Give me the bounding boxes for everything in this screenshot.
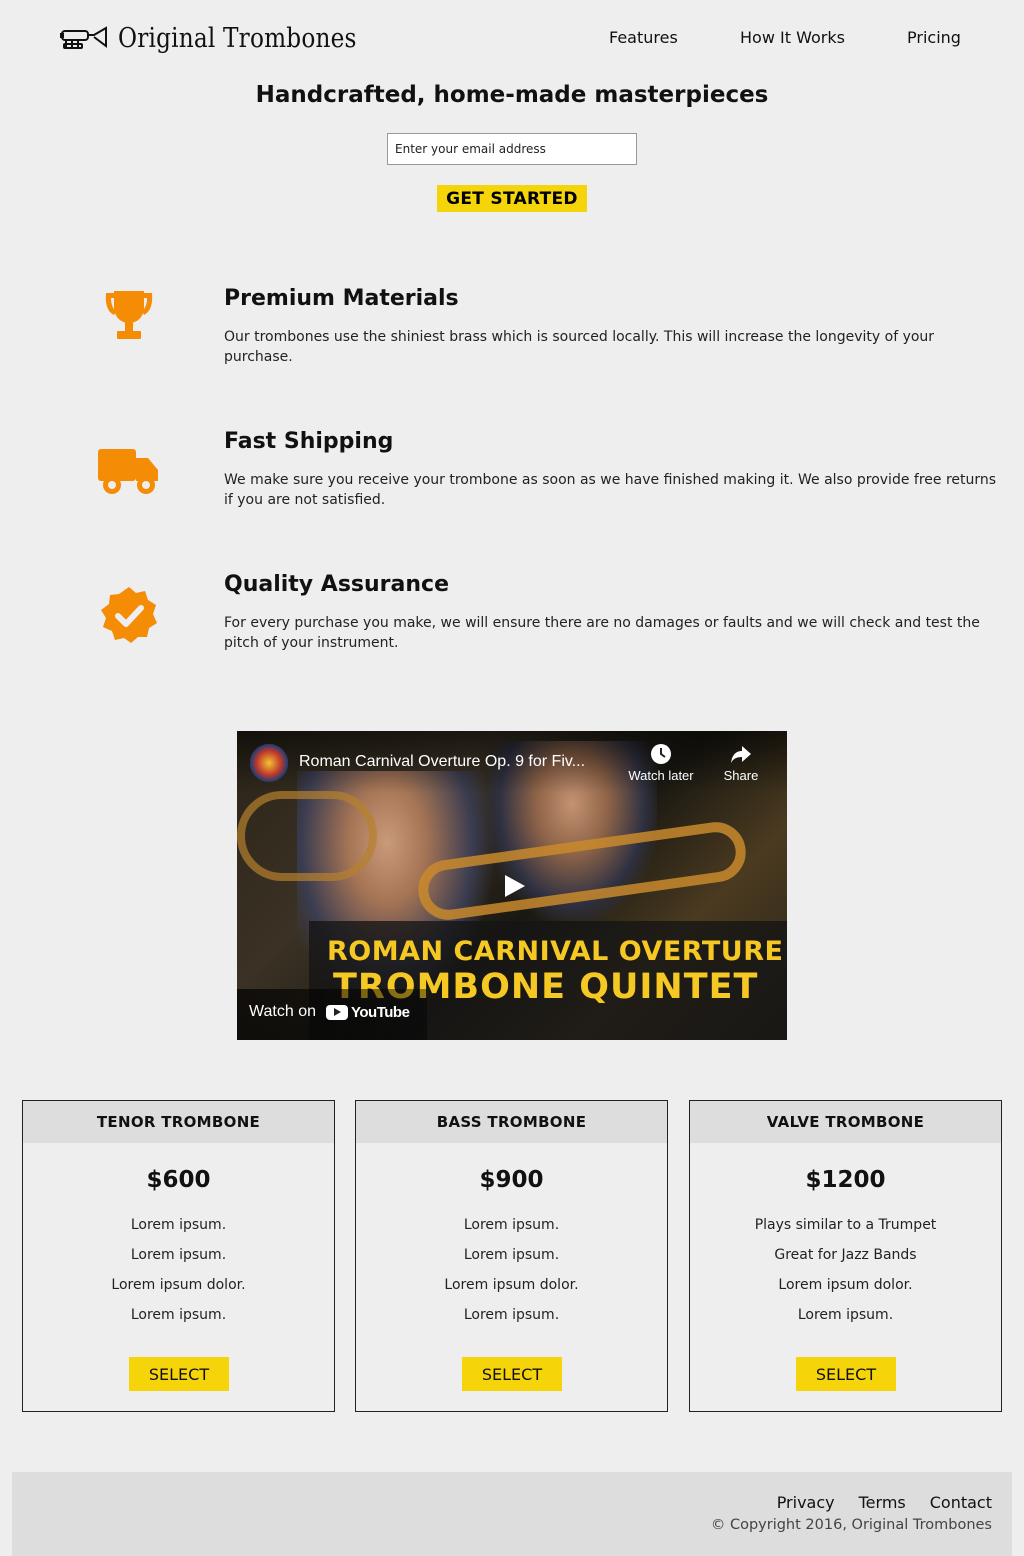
select-bass-button[interactable]: SELECT [462, 1357, 562, 1391]
pricing-card-price: $900 [479, 1167, 544, 1193]
pricing-feature-list: Lorem ipsum. Lorem ipsum. Lorem ipsum do… [356, 1210, 667, 1330]
pricing-feature-item: Lorem ipsum. [130, 1217, 227, 1233]
video-embed[interactable]: Roman Carnival Overture Op. 9 for Fiv...… [237, 731, 787, 1040]
pricing-card-title: VALVE TROMBONE [690, 1101, 1001, 1143]
share-arrow-icon [731, 746, 751, 763]
watch-later-label: Watch later [628, 768, 694, 783]
pricing-feature-list: Lorem ipsum. Lorem ipsum. Lorem ipsum do… [23, 1210, 334, 1330]
pricing-feature-item: Lorem ipsum. [463, 1307, 560, 1323]
main-nav: Features How It Works Pricing [0, 28, 1024, 50]
pricing-feature-item: Lorem ipsum dolor. [444, 1277, 579, 1293]
pricing-feature-list: Plays similar to a Trumpet Great for Jaz… [690, 1210, 1001, 1330]
truck-icon [96, 439, 162, 505]
site-footer: Privacy Terms Contact © Copyright 2016, … [12, 1472, 1012, 1556]
select-tenor-button[interactable]: SELECT [129, 1357, 229, 1391]
copyright-text: © Copyright 2016, Original Trombones [710, 1517, 992, 1533]
feature-title: Fast Shipping [224, 429, 394, 454]
watch-on-youtube-link[interactable]: Watch on YouTube [249, 1003, 410, 1021]
pricing-card-valve: VALVE TROMBONE $1200 Plays similar to a … [689, 1100, 1002, 1412]
nav-link-features[interactable]: Features [609, 28, 678, 47]
feature-text: Our trombones use the shiniest brass whi… [224, 329, 935, 365]
hero-title: Handcrafted, home-made masterpieces [255, 82, 769, 108]
pricing-card-title: BASS TROMBONE [356, 1101, 667, 1143]
pricing-feature-item: Great for Jazz Bands [774, 1247, 917, 1263]
share-button[interactable]: Share [715, 743, 767, 783]
footer-links: Privacy Terms Contact [777, 1493, 992, 1512]
page: Original Trombones Features How It Works… [0, 0, 1024, 1556]
feature-title: Quality Assurance [224, 572, 450, 597]
pricing-card-bass: BASS TROMBONE $900 Lorem ipsum. Lorem ip… [355, 1100, 668, 1412]
play-icon[interactable] [495, 871, 531, 901]
watch-later-button[interactable]: Watch later [626, 743, 696, 783]
pricing-feature-item: Lorem ipsum. [463, 1247, 560, 1263]
footer-link-terms[interactable]: Terms [859, 1493, 906, 1512]
video-caption-line1: ROMAN CARNIVAL OVERTURE [327, 936, 784, 967]
pricing-card-title: TENOR TROMBONE [23, 1101, 334, 1143]
feature-text: For every purchase you make, we will ens… [224, 615, 980, 651]
pricing-card-tenor: TENOR TROMBONE $600 Lorem ipsum. Lorem i… [22, 1100, 335, 1412]
select-valve-button[interactable]: SELECT [796, 1357, 896, 1391]
trophy-icon [96, 282, 162, 348]
footer-link-contact[interactable]: Contact [930, 1493, 992, 1512]
clock-icon [651, 744, 671, 764]
video-title[interactable]: Roman Carnival Overture Op. 9 for Fiv... [299, 753, 585, 771]
verified-badge-icon [96, 582, 162, 648]
video-thumbnail-horn [237, 791, 377, 881]
pricing-feature-item: Lorem ipsum dolor. [111, 1277, 246, 1293]
pricing-feature-item: Lorem ipsum dolor. [778, 1277, 913, 1293]
get-started-button[interactable]: GET STARTED [437, 185, 587, 212]
pricing-feature-item: Lorem ipsum. [463, 1217, 560, 1233]
feature-text: We make sure you receive your trombone a… [224, 472, 997, 508]
pricing-feature-item: Lorem ipsum. [130, 1247, 227, 1263]
footer-link-privacy[interactable]: Privacy [777, 1493, 835, 1512]
pricing-card-price: $1200 [805, 1167, 886, 1193]
nav-link-how-it-works[interactable]: How It Works [740, 28, 845, 47]
pricing-feature-item: Lorem ipsum. [130, 1307, 227, 1323]
youtube-play-icon [326, 1004, 348, 1020]
youtube-logo: YouTube [326, 1003, 410, 1021]
feature-title: Premium Materials [224, 286, 459, 311]
pricing-feature-item: Lorem ipsum. [797, 1307, 894, 1323]
site-header: Original Trombones Features How It Works… [0, 0, 1024, 78]
channel-avatar-icon[interactable] [250, 744, 288, 782]
pricing-card-price: $600 [146, 1167, 211, 1193]
youtube-wordmark: YouTube [351, 1003, 410, 1021]
email-input[interactable] [387, 133, 637, 165]
share-label: Share [723, 768, 759, 783]
pricing-feature-item: Plays similar to a Trumpet [754, 1217, 937, 1233]
nav-link-pricing[interactable]: Pricing [907, 28, 961, 47]
watch-on-label: Watch on [249, 1003, 316, 1020]
